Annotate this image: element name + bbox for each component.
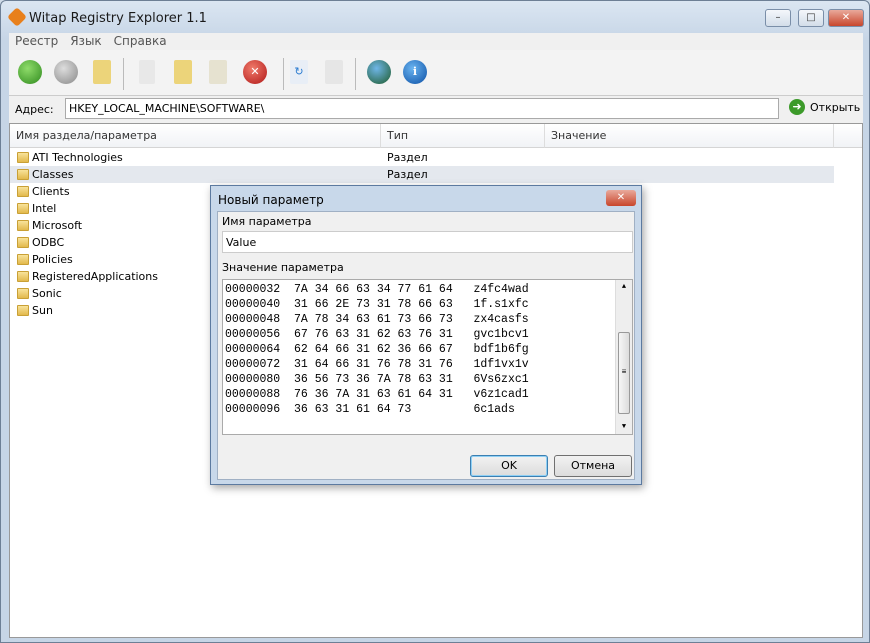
- folder-icon: [17, 271, 29, 282]
- window-title: Witap Registry Explorer 1.1: [29, 11, 207, 26]
- column-header-type[interactable]: Тип: [381, 124, 545, 148]
- new-folder-icon[interactable]: [174, 60, 192, 84]
- name-label: Имя параметра: [222, 215, 312, 228]
- maximize-button[interactable]: □: [798, 9, 824, 27]
- scroll-up-icon[interactable]: ▲: [616, 283, 632, 291]
- up-folder-icon[interactable]: [93, 60, 111, 84]
- globe-icon[interactable]: [367, 60, 391, 84]
- column-header-value[interactable]: Значение: [545, 124, 834, 148]
- item-name: RegisteredApplications: [32, 270, 158, 283]
- hex-line: 00000096 36 63 31 61 64 73 6c1ads: [225, 403, 515, 416]
- hex-line: 00000032 7A 34 66 63 34 77 61 64 z4fc4wa…: [225, 283, 529, 296]
- folder-icon: [17, 288, 29, 299]
- dialog-title: Новый параметр: [218, 193, 324, 207]
- folder-icon: [17, 254, 29, 265]
- folder-icon: [17, 169, 29, 180]
- column-header-name[interactable]: Имя раздела/параметра: [10, 124, 381, 148]
- folder-icon: [17, 186, 29, 197]
- dialog-close-button[interactable]: ✕: [606, 190, 636, 206]
- hex-line: 00000080 36 56 73 36 7A 78 63 31 6Vs6zxc…: [225, 373, 529, 386]
- item-name: Microsoft: [32, 219, 83, 232]
- item-name: Sun: [32, 304, 53, 317]
- go-icon: ➜: [789, 99, 805, 115]
- parameter-name-input[interactable]: [222, 231, 633, 253]
- toolbar-separator: [123, 58, 124, 90]
- minimize-button[interactable]: –: [765, 9, 791, 27]
- edit-icon[interactable]: [209, 60, 227, 84]
- folder-icon: [17, 237, 29, 248]
- item-name: ODBC: [32, 236, 65, 249]
- toolbar-separator: [283, 58, 284, 90]
- menu-bar: Реестр Язык Справка: [9, 33, 863, 50]
- item-type: Раздел: [387, 168, 428, 181]
- item-name: ATI Technologies: [32, 151, 123, 164]
- new-key-icon[interactable]: [139, 60, 155, 84]
- new-parameter-dialog: Новый параметр ✕ Имя параметра Значение …: [210, 185, 642, 485]
- app-icon: [7, 7, 27, 27]
- item-name: Policies: [32, 253, 73, 266]
- scroll-thumb[interactable]: ≡: [618, 332, 630, 414]
- hex-scrollbar[interactable]: ▲ ≡ ▼: [615, 280, 632, 434]
- item-name: Clients: [32, 185, 70, 198]
- toolbar: ✕ ↻ i: [9, 50, 863, 96]
- menu-help[interactable]: Справка: [114, 34, 167, 48]
- delete-icon[interactable]: ✕: [243, 60, 267, 84]
- list-item[interactable]: Classes Раздел: [10, 166, 834, 183]
- open-button[interactable]: ➜ Открыть: [789, 99, 860, 115]
- item-type: Раздел: [387, 151, 428, 164]
- copy-icon[interactable]: [325, 60, 343, 84]
- item-name: Classes: [32, 168, 74, 181]
- folder-icon: [17, 203, 29, 214]
- address-bar: Адрес: ➜ Открыть: [9, 96, 863, 123]
- folder-icon: [17, 305, 29, 316]
- menu-language[interactable]: Язык: [70, 34, 101, 48]
- list-item[interactable]: ATI Technologies Раздел: [10, 149, 834, 166]
- folder-icon: [17, 220, 29, 231]
- menu-registry[interactable]: Реестр: [15, 34, 58, 48]
- address-input[interactable]: [65, 98, 779, 119]
- open-label: Открыть: [810, 100, 861, 114]
- close-button[interactable]: ✕: [828, 9, 864, 27]
- value-label: Значение параметра: [222, 261, 344, 274]
- refresh-icon[interactable]: ↻: [290, 60, 308, 84]
- back-icon[interactable]: [18, 60, 42, 84]
- item-name: Intel: [32, 202, 57, 215]
- hex-line: 00000056 67 76 63 31 62 63 76 31 gvc1bcv…: [225, 328, 529, 341]
- hex-line: 00000040 31 66 2E 73 31 78 66 63 1f.s1xf…: [225, 298, 529, 311]
- hex-editor[interactable]: 00000032 7A 34 66 63 34 77 61 64 z4fc4wa…: [222, 279, 633, 435]
- hex-line: 00000064 62 64 66 31 62 36 66 67 bdf1b6f…: [225, 343, 529, 356]
- header-filler: [834, 124, 862, 148]
- info-icon[interactable]: i: [403, 60, 427, 84]
- scroll-down-icon[interactable]: ▼: [616, 423, 632, 431]
- hex-line: 00000088 76 36 7A 31 63 61 64 31 v6z1cad…: [225, 388, 529, 401]
- folder-icon: [17, 152, 29, 163]
- forward-icon[interactable]: [54, 60, 78, 84]
- ok-button[interactable]: OK: [470, 455, 548, 477]
- address-label: Адрес:: [15, 103, 54, 116]
- toolbar-separator: [355, 58, 356, 90]
- hex-line: 00000072 31 64 66 31 76 78 31 76 1df1vx1…: [225, 358, 529, 371]
- item-name: Sonic: [32, 287, 62, 300]
- hex-line: 00000048 7A 78 34 63 61 73 66 73 zx4casf…: [225, 313, 529, 326]
- cancel-button[interactable]: Отмена: [554, 455, 632, 477]
